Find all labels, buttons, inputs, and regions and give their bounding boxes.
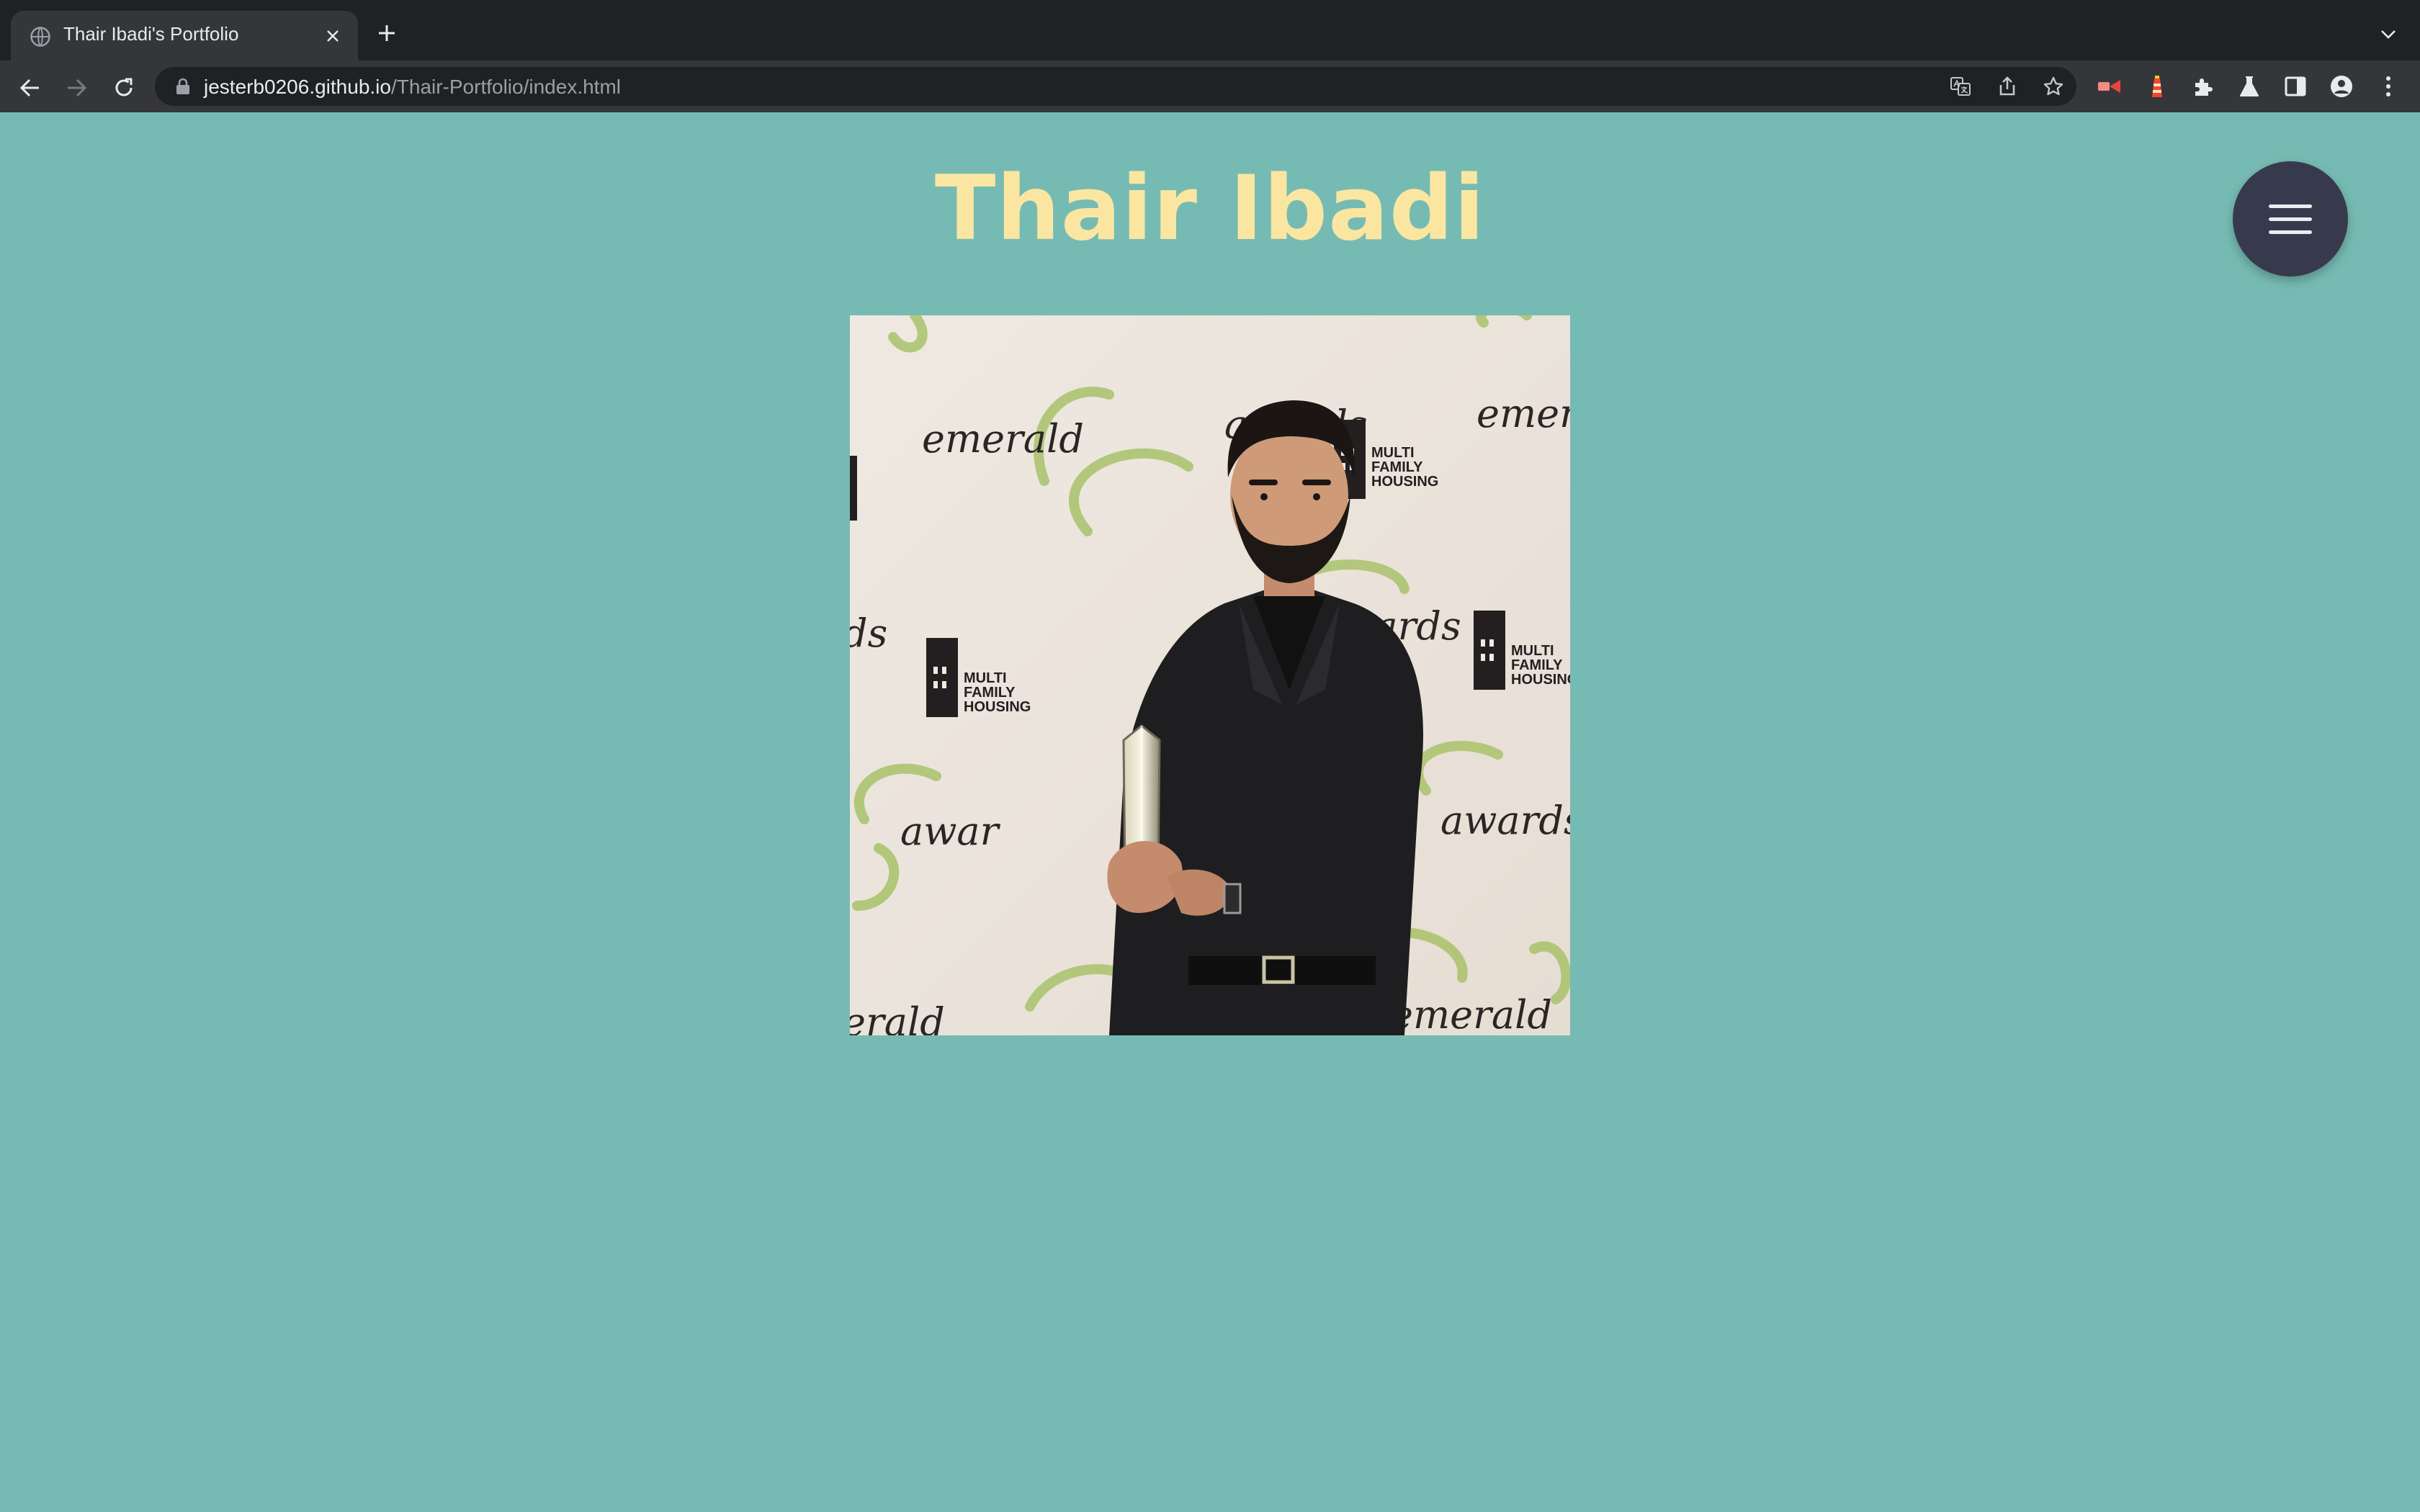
translate-icon xyxy=(1950,77,1971,96)
svg-text:HOUSING: HOUSING xyxy=(1511,672,1570,688)
lock-icon xyxy=(176,78,189,94)
address-bar[interactable]: jesterb0206.github.io/Thair-Portfolio/in… xyxy=(155,67,2076,106)
tab-title: Thair Ibadi's Portfolio xyxy=(63,23,239,45)
forward-button[interactable] xyxy=(62,73,91,102)
svg-text:MULTI: MULTI xyxy=(964,670,1007,686)
profile-photo: emerald awards emer awards awards emeral… xyxy=(850,315,1570,1035)
translate-button[interactable] xyxy=(1949,75,1972,98)
hamburger-line xyxy=(2269,230,2312,234)
browser-tab[interactable]: Thair Ibadi's Portfolio xyxy=(11,11,358,60)
url-text: jesterb0206.github.io/Thair-Portfolio/in… xyxy=(204,76,621,99)
extension-lighthouse-icon[interactable] xyxy=(2144,73,2170,99)
share-icon xyxy=(1999,76,2015,96)
svg-text:MULTI: MULTI xyxy=(1511,643,1554,659)
back-button[interactable] xyxy=(16,73,45,102)
extension-video-icon[interactable] xyxy=(2097,73,2123,99)
globe-icon xyxy=(30,27,50,47)
browser-toolbar: jesterb0206.github.io/Thair-Portfolio/in… xyxy=(0,60,2420,112)
bookmark-button[interactable] xyxy=(2042,75,2065,98)
backdrop-word: emerald xyxy=(1390,992,1552,1035)
url-path: /Thair-Portfolio/index.html xyxy=(390,76,621,98)
hamburger-line xyxy=(2269,217,2312,221)
star-icon xyxy=(2043,76,2063,96)
side-panel-button[interactable] xyxy=(2282,73,2308,99)
tab-search-button[interactable] xyxy=(2375,22,2401,48)
new-tab-button[interactable] xyxy=(372,19,401,48)
plus-icon xyxy=(379,25,395,41)
backdrop-word: emer xyxy=(1476,391,1570,436)
reload-button[interactable] xyxy=(109,73,138,102)
tab-close-button[interactable] xyxy=(321,24,345,48)
reload-icon xyxy=(115,78,133,96)
svg-text:FAMILY: FAMILY xyxy=(1511,657,1563,673)
arrow-left-icon xyxy=(19,78,39,97)
svg-text:HOUSING: HOUSING xyxy=(1371,474,1438,490)
browser-menu-button[interactable] xyxy=(2375,73,2401,99)
arrow-right-icon xyxy=(68,78,87,97)
puzzle-icon xyxy=(2195,78,2213,96)
chevron-down-icon xyxy=(2381,30,2396,39)
profile-button[interactable] xyxy=(2329,73,2354,99)
svg-text:ds: ds xyxy=(850,611,887,656)
lighthouse-icon xyxy=(2152,76,2162,97)
more-vertical-icon xyxy=(2386,76,2390,96)
url-host: jesterb0206.github.io xyxy=(204,76,391,98)
close-icon xyxy=(327,30,339,42)
svg-text:FAMILY: FAMILY xyxy=(1371,459,1423,475)
flask-icon xyxy=(2240,76,2259,96)
svg-text:MULTI: MULTI xyxy=(1371,445,1415,461)
hamburger-icon xyxy=(2269,204,2312,208)
page-title: Thair Ibadi xyxy=(934,157,1486,261)
svg-text:awar: awar xyxy=(900,809,1001,854)
svg-text:erald: erald xyxy=(850,999,945,1035)
side-panel-icon xyxy=(2285,76,2306,96)
video-icon xyxy=(2098,80,2120,93)
share-button[interactable] xyxy=(1996,75,2019,98)
extensions-button[interactable] xyxy=(2190,73,2216,99)
svg-text:HOUSING: HOUSING xyxy=(964,699,1031,715)
backdrop-word: emerald xyxy=(922,416,1084,462)
labs-button[interactable] xyxy=(2236,73,2262,99)
backdrop-word: awards xyxy=(1440,798,1570,843)
avatar-icon xyxy=(2331,76,2352,97)
nav-menu-button[interactable] xyxy=(2233,161,2348,276)
svg-text:FAMILY: FAMILY xyxy=(964,685,1016,701)
browser-tabstrip: Thair Ibadi's Portfolio xyxy=(0,0,2420,60)
award-photo: emerald awards emer awards awards emeral… xyxy=(850,315,1570,1035)
